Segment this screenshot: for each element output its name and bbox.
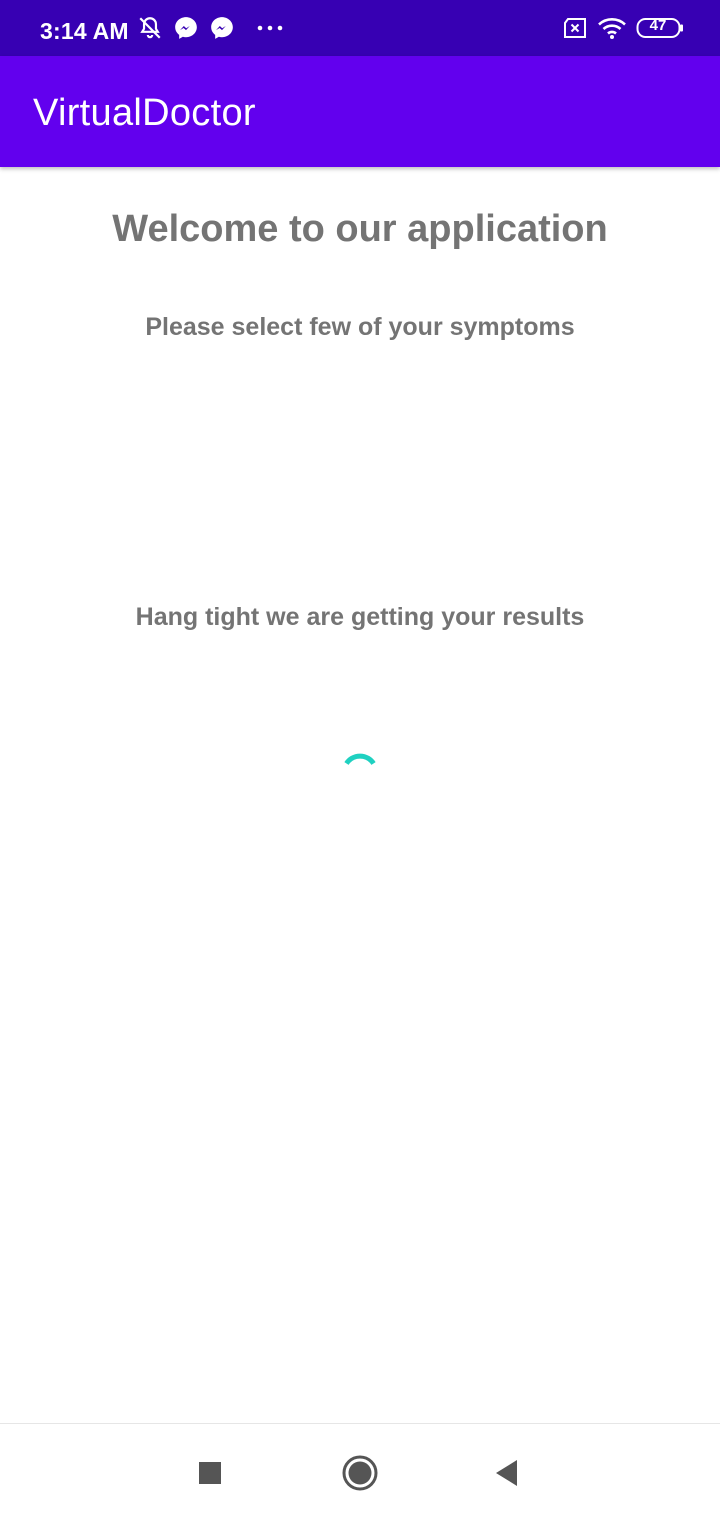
loading-message: Hang tight we are getting your results [135, 603, 585, 631]
messenger-icon [208, 0, 236, 56]
navigation-bar [0, 1423, 720, 1521]
messenger-icon [172, 0, 200, 56]
wifi-icon [596, 0, 628, 56]
loading-spinner [330, 740, 390, 800]
welcome-heading: Welcome to our application [112, 208, 608, 250]
back-icon [496, 1459, 517, 1486]
sim-x-icon [561, 0, 589, 56]
battery-icon: 47 [635, 0, 685, 56]
status-bar: 3:14 AM 47 [0, 0, 720, 56]
back-button[interactable] [472, 1424, 542, 1521]
symptoms-instruction: Please select few of your symptoms [145, 313, 575, 341]
home-button[interactable] [325, 1424, 395, 1521]
battery-level: 47 [649, 17, 667, 34]
more-dots-icon [254, 0, 286, 56]
app-title: VirtualDoctor [33, 92, 256, 134]
app-bar: VirtualDoctor [0, 56, 720, 167]
notifications-off-icon [136, 0, 164, 56]
status-time: 3:14 AM [40, 18, 129, 44]
recent-apps-button[interactable] [175, 1424, 245, 1521]
home-icon [342, 1455, 378, 1490]
recent-apps-icon [199, 1461, 221, 1484]
